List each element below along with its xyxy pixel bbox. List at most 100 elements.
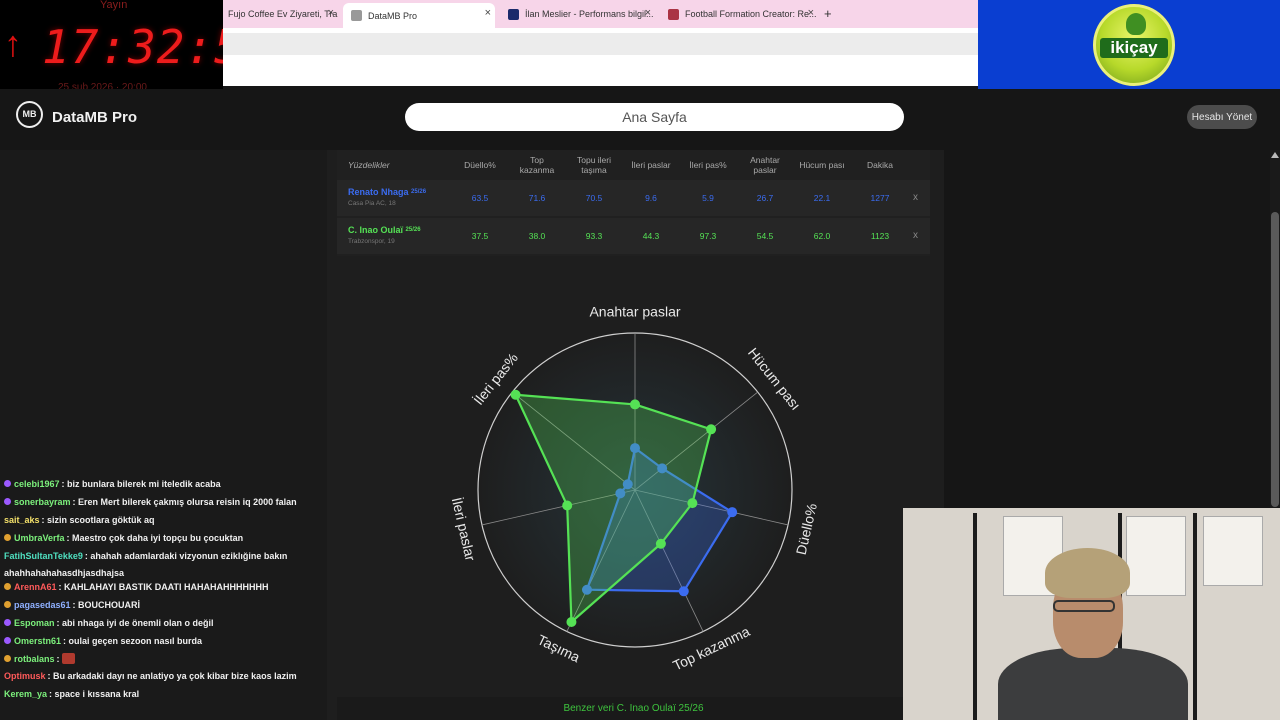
- table-cell: 93.3: [585, 231, 603, 241]
- player-name[interactable]: C. Inao Oulaï 25/26: [348, 225, 421, 235]
- table-header[interactable]: İleri paslar: [626, 150, 676, 180]
- browser-tab-bar: Fujo Coffee Ev Ziyareti, Tra... × DataMB P…: [223, 0, 978, 28]
- browser-tab[interactable]: İlan Meslier - Performans bilgil... ×: [500, 3, 655, 25]
- formation-poster: [1203, 516, 1263, 586]
- player-name[interactable]: Renato Nhaga 25/26: [348, 187, 426, 197]
- chat-username[interactable]: UmbraVerfa: [14, 533, 65, 543]
- chat-message: Espoman: abi nhaga iyi de önemli olan o …: [4, 615, 324, 632]
- chat-username[interactable]: Optimusk: [4, 671, 46, 681]
- stream-clock: Yayın ↑ 17:32:56 25 şub 2026 · 20:00: [0, 0, 223, 90]
- radar-data-point: [562, 500, 573, 511]
- radar-axis-label: İleri paslar: [449, 496, 480, 563]
- player-name-text: C. Inao Oulaï: [348, 225, 404, 235]
- brand-logo-icon[interactable]: MB: [16, 101, 43, 128]
- chat-username[interactable]: sait_aks: [4, 515, 40, 525]
- table-cell: 63.5: [471, 193, 489, 203]
- chat-message: celebi1967: biz bunlara bilerek mi itele…: [4, 476, 324, 493]
- radar-data-point: [687, 498, 698, 509]
- brand-name[interactable]: DataMB Pro: [52, 109, 137, 126]
- home-search-input[interactable]: [405, 103, 904, 131]
- table-header[interactable]: Topu ileri taşıma: [569, 150, 619, 180]
- chat-panel: celebi1967: biz bunlara bilerek mi itele…: [0, 150, 327, 720]
- table-header[interactable]: Yüzdelikler: [348, 150, 448, 180]
- sponsor-banner: ikiçay: [978, 0, 1280, 89]
- chat-message: sonerbayram: Eren Mert bilerek çakmış ol…: [4, 494, 324, 511]
- chat-username[interactable]: ArennA61: [14, 582, 57, 592]
- browser-tab[interactable]: Football Formation Creator: Re... ×: [660, 3, 818, 25]
- table-cell: 38.0: [528, 231, 546, 241]
- chat-badge-icon: [4, 655, 11, 662]
- chat-text: BOUCHOUARİ: [78, 600, 141, 610]
- table-header[interactable]: Düello%: [455, 150, 505, 180]
- table-header[interactable]: Top kazanma: [512, 150, 562, 180]
- table-header[interactable]: Dakika: [855, 150, 905, 180]
- scrollbar-thumb[interactable]: [1271, 212, 1279, 507]
- webcam-feed: [903, 508, 1280, 720]
- browser-window: Fujo Coffee Ev Ziyareti, Tra... × DataMB P…: [223, 0, 978, 86]
- similar-data-link[interactable]: Benzer veri C. Inao Oulaï 25/26: [337, 697, 930, 720]
- table-cell: 26.7: [756, 193, 774, 203]
- chat-message: pagasedas61: BOUCHOUARİ: [4, 597, 324, 614]
- up-arrow-icon: ↑: [4, 23, 22, 64]
- table-header[interactable]: İleri pas%: [683, 150, 733, 180]
- tab-title: Fujo Coffee Ev Ziyareti, Tra...: [228, 9, 338, 19]
- table-cell: 70.5: [585, 193, 603, 203]
- manage-account-button[interactable]: Hesabı Yönet: [1187, 105, 1257, 129]
- chat-text: space i kıssana kral: [54, 689, 140, 699]
- percentile-table: Yüzdelikler Düello% Top kazanma Topu ileri …: [337, 150, 930, 256]
- tab-close-icon[interactable]: ×: [645, 7, 651, 19]
- chat-message: FatihSultanTekke9: ahahah adamlardaki vi…: [4, 551, 288, 578]
- chat-badge-icon: [4, 637, 11, 644]
- remove-player-button[interactable]: x: [913, 230, 918, 241]
- chat-username[interactable]: rotbalans: [14, 654, 55, 664]
- radar-chart: Anahtar paslarHücum pasıDüello%Top kazan…: [449, 304, 820, 674]
- person-hair: [1045, 548, 1130, 598]
- chat-badge-icon: [4, 480, 11, 487]
- chat-text: sizin scootlara göktük aq: [47, 515, 155, 525]
- table-cell: 1277: [870, 193, 890, 203]
- formation-poster: [1126, 516, 1186, 596]
- table-cell: 62.0: [813, 231, 831, 241]
- player-club: Casa Pia AC, 18: [348, 200, 396, 207]
- tab-close-icon[interactable]: ×: [485, 7, 491, 19]
- player-club: Trabzonspor, 19: [348, 238, 395, 245]
- player-name-text: Renato Nhaga: [348, 187, 409, 197]
- tab-favicon-icon: [508, 8, 519, 20]
- person-glasses: [1053, 600, 1115, 612]
- scroll-up-arrow-icon[interactable]: [1271, 152, 1279, 158]
- remove-player-button[interactable]: x: [913, 192, 918, 203]
- table-cell: 22.1: [813, 193, 831, 203]
- browser-tab[interactable]: DataMB Pro ×: [343, 3, 495, 28]
- radar-axis-label: Taşıma: [535, 631, 583, 665]
- chat-text: abi nhaga iyi de önemli olan o değil: [62, 618, 214, 628]
- table-cell: 44.3: [642, 231, 660, 241]
- chat-username[interactable]: FatihSultanTekke9: [4, 551, 83, 561]
- table-header[interactable]: Hücum pası: [797, 150, 847, 180]
- chat-username[interactable]: sonerbayram: [14, 497, 71, 507]
- chat-username[interactable]: Omerstn61: [14, 636, 61, 646]
- table-row: C. Inao Oulaï 25/26 Trabzonspor, 19 37.5 38…: [337, 218, 930, 254]
- person-body: [998, 648, 1188, 720]
- app-header: MB DataMB Pro Hesabı Yönet: [0, 89, 1280, 150]
- radar-data-point: [678, 586, 689, 597]
- table-cell: 9.6: [645, 193, 657, 203]
- chat-username[interactable]: celebi1967: [14, 479, 60, 489]
- table-header[interactable]: Anahtar paslar: [740, 150, 790, 180]
- radar-data-point: [630, 399, 640, 410]
- chat-username[interactable]: Kerem_ya: [4, 689, 47, 699]
- table-cell: 54.5: [756, 231, 774, 241]
- browser-tab[interactable]: Fujo Coffee Ev Ziyareti, Tra... ×: [220, 3, 338, 25]
- table-cell: 1123: [870, 231, 890, 241]
- chat-badge-icon: [4, 534, 11, 541]
- address-bar[interactable]: [223, 33, 978, 55]
- chat-text: biz bunlara bilerek mi iteledik acaba: [67, 479, 221, 489]
- chat-username[interactable]: pagasedas61: [14, 600, 71, 610]
- new-tab-icon[interactable]: +: [824, 6, 832, 21]
- shelf-post: [1193, 513, 1197, 720]
- chat-username[interactable]: Espoman: [14, 618, 55, 628]
- radar-data-point: [566, 616, 577, 627]
- player-season: 25/26: [411, 189, 427, 195]
- tab-close-icon[interactable]: ×: [328, 7, 334, 19]
- table-cell: 71.6: [528, 193, 546, 203]
- tab-close-icon[interactable]: ×: [808, 7, 814, 19]
